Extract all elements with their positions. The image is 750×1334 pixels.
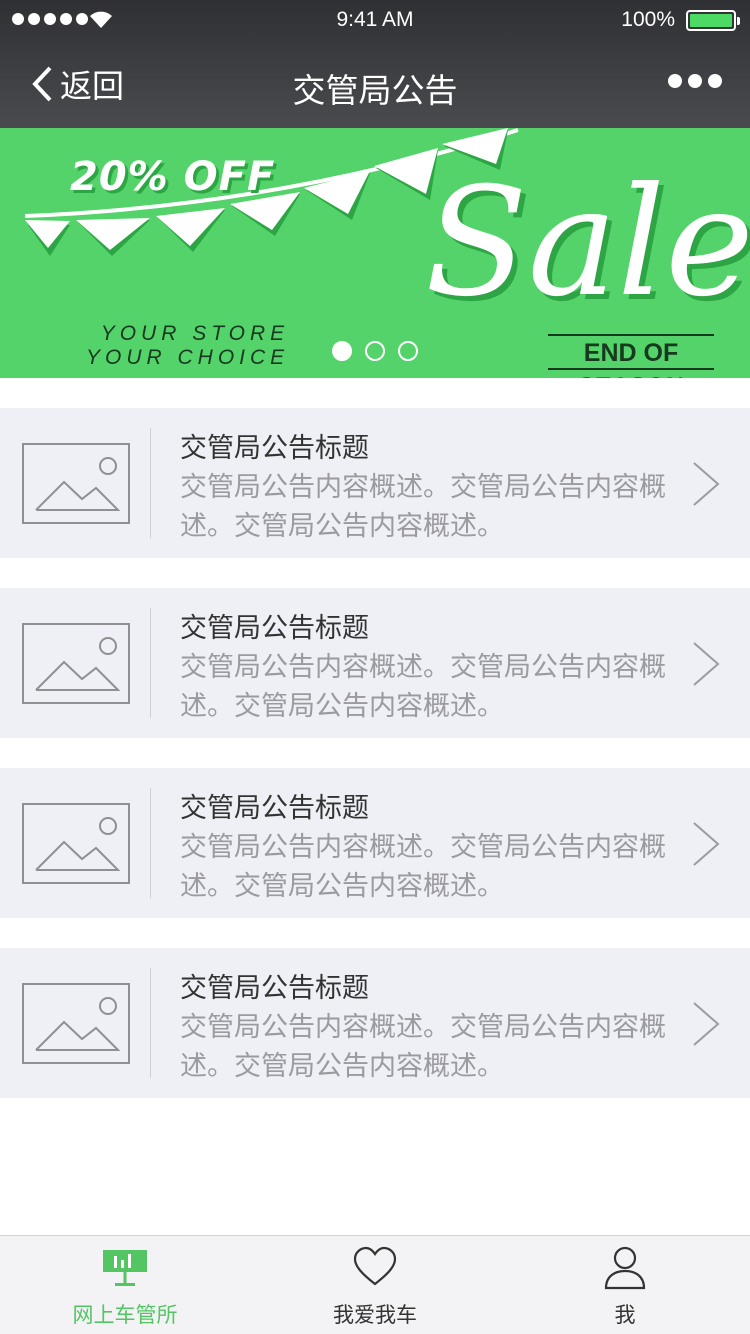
notice-summary: 交管局公告内容概述。交管局公告内容概述。交管局公告内容概述。 bbox=[180, 652, 666, 722]
image-placeholder-icon bbox=[22, 983, 130, 1064]
status-bar: 9:41 AM 100% bbox=[0, 0, 750, 40]
divider bbox=[150, 968, 151, 1078]
store-slogan-line1: YOUR STORE bbox=[100, 322, 290, 345]
notice-title: 交管局公告标题 bbox=[180, 793, 369, 824]
image-placeholder-icon bbox=[22, 803, 130, 884]
notice-title: 交管局公告标题 bbox=[180, 613, 369, 644]
user-icon bbox=[604, 1246, 646, 1290]
image-placeholder-icon bbox=[22, 623, 130, 704]
divider bbox=[150, 608, 151, 718]
store-slogan-line2: YOUR CHOICE bbox=[86, 346, 290, 369]
notice-summary: 交管局公告内容概述。交管局公告内容概述。交管局公告内容概述。 bbox=[180, 472, 666, 542]
tab-my-car[interactable]: 我爱我车 bbox=[250, 1236, 500, 1334]
notice-summary: 交管局公告内容概述。交管局公告内容概述。交管局公告内容概述。 bbox=[180, 832, 666, 902]
notice-list: 交管局公告标题 交管局公告内容概述。交管局公告内容概述。交管局公告内容概述。 交… bbox=[0, 408, 750, 1128]
page-title: 交管局公告 bbox=[292, 71, 458, 110]
list-item[interactable]: 交管局公告标题 交管局公告内容概述。交管局公告内容概述。交管局公告内容概述。 bbox=[0, 588, 750, 738]
list-item[interactable]: 交管局公告标题 交管局公告内容概述。交管局公告内容概述。交管局公告内容概述。 bbox=[0, 768, 750, 918]
carousel-dot[interactable] bbox=[398, 341, 418, 361]
nav-bar: 返回 交管局公告 bbox=[0, 40, 750, 128]
tab-label: 我 bbox=[614, 1303, 636, 1327]
list-item[interactable]: 交管局公告标题 交管局公告内容概述。交管局公告内容概述。交管局公告内容概述。 bbox=[0, 408, 750, 558]
tab-online-vehicle-office[interactable]: 网上车管所 bbox=[0, 1236, 250, 1334]
carousel-dot[interactable] bbox=[332, 341, 352, 361]
more-button[interactable] bbox=[668, 74, 722, 88]
store-slogan: YOUR STORE YOUR CHOICE bbox=[86, 322, 289, 370]
divider bbox=[150, 428, 151, 538]
image-placeholder-icon bbox=[22, 443, 130, 524]
season-text: END OF SEASON bbox=[548, 334, 714, 378]
carousel-indicator[interactable] bbox=[332, 341, 418, 361]
heart-icon bbox=[353, 1246, 397, 1286]
battery-icon bbox=[686, 10, 740, 31]
chevron-right-icon bbox=[693, 1002, 720, 1046]
tab-bar: 网上车管所 我爱我车 我 bbox=[0, 1235, 750, 1334]
carousel-dot[interactable] bbox=[365, 341, 385, 361]
tab-label: 我爱我车 bbox=[333, 1303, 417, 1327]
battery-percent: 100% bbox=[621, 8, 675, 31]
divider bbox=[150, 788, 151, 898]
notice-summary: 交管局公告内容概述。交管局公告内容概述。交管局公告内容概述。 bbox=[180, 1012, 666, 1082]
chevron-right-icon bbox=[693, 642, 720, 686]
tab-label: 网上车管所 bbox=[72, 1303, 178, 1327]
header: 9:41 AM 100% 返回 交管局公告 bbox=[0, 0, 750, 128]
sale-text: Sale bbox=[425, 156, 750, 330]
chevron-right-icon bbox=[693, 822, 720, 866]
dashboard-icon bbox=[103, 1250, 147, 1286]
promo-banner[interactable]: 20% OFF YOUR STORE YOUR CHOICE Sale END … bbox=[0, 128, 750, 378]
list-item[interactable]: 交管局公告标题 交管局公告内容概述。交管局公告内容概述。交管局公告内容概述。 bbox=[0, 948, 750, 1098]
notice-title: 交管局公告标题 bbox=[180, 973, 369, 1004]
notice-title: 交管局公告标题 bbox=[180, 433, 369, 464]
tab-me[interactable]: 我 bbox=[500, 1236, 750, 1334]
discount-text: 20% OFF bbox=[70, 154, 276, 200]
chevron-right-icon bbox=[693, 462, 720, 506]
